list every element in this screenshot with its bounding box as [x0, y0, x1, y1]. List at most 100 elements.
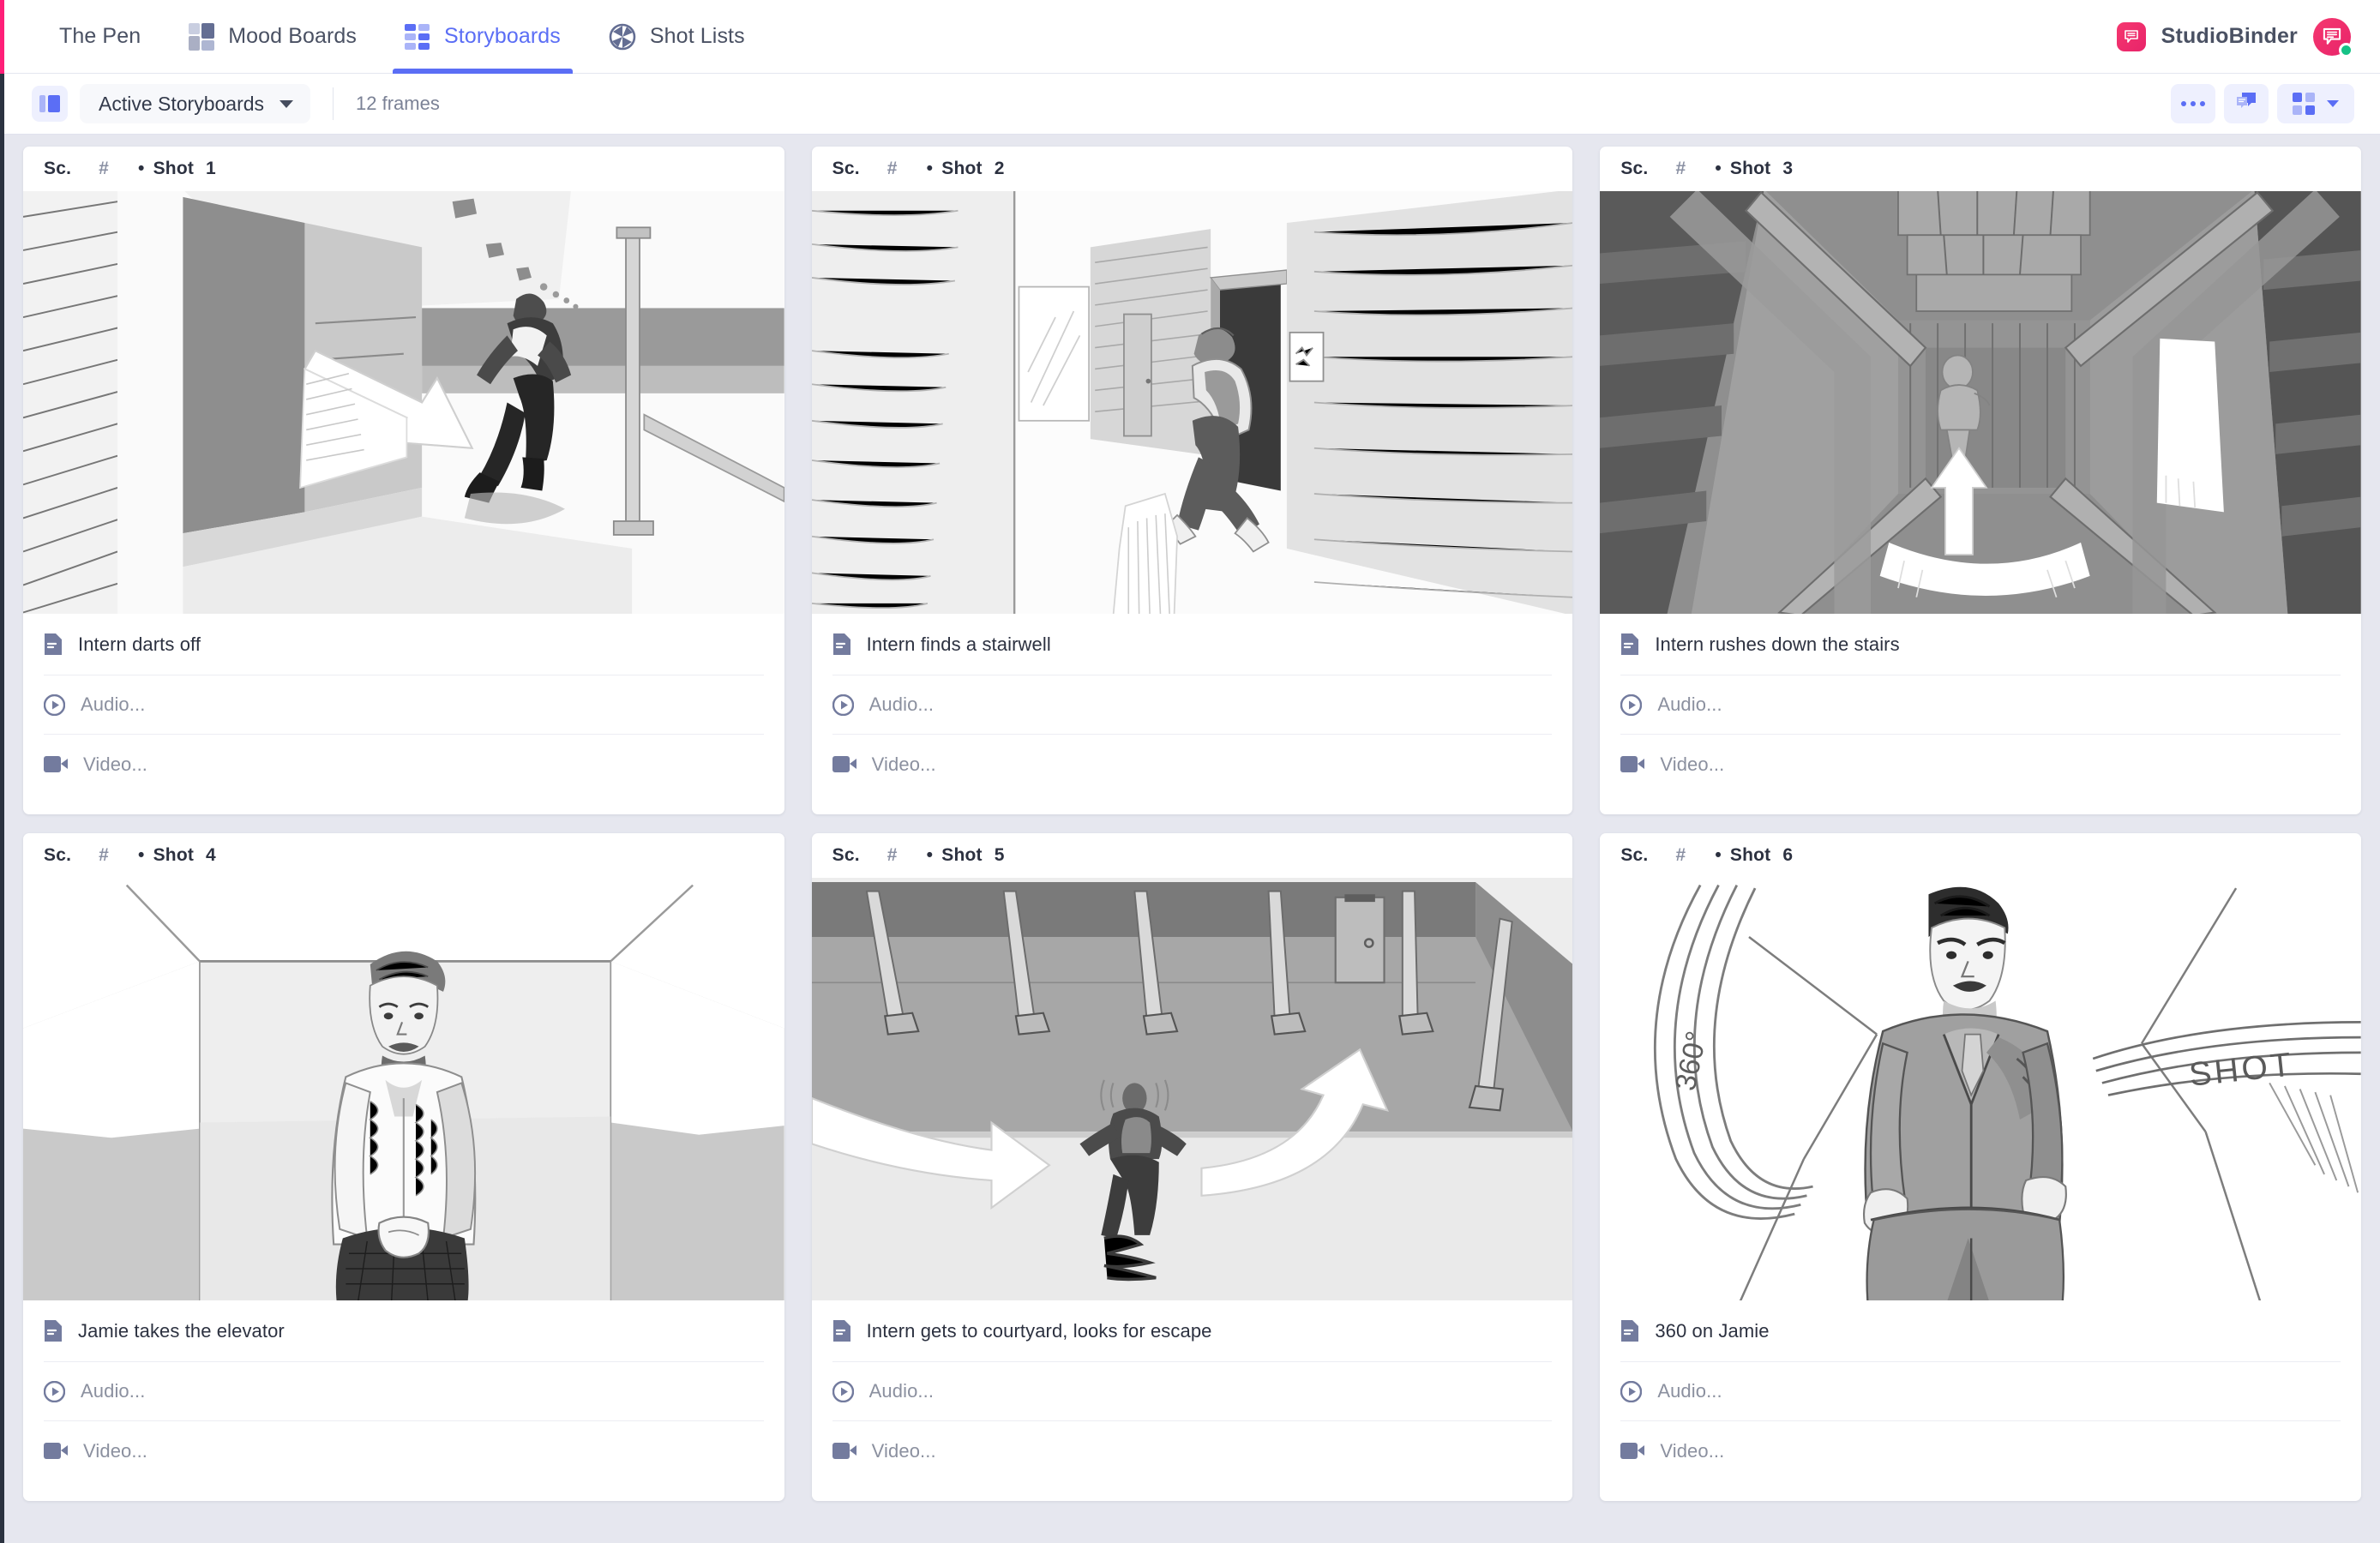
scene-label: Sc. — [1620, 159, 1649, 178]
storyboard-thumbnail[interactable] — [23, 878, 784, 1300]
scene-label: Sc. — [832, 159, 860, 178]
shot-title-row[interactable]: 360 on Jamie — [1620, 1300, 2341, 1362]
audio-row[interactable]: Audio... — [43, 1362, 764, 1421]
play-icon — [1620, 1380, 1643, 1402]
play-icon — [43, 1380, 66, 1402]
card-details: Jamie takes the elevator Audio... Video.… — [23, 1300, 784, 1501]
card-header: Sc. # • Shot 5 — [812, 833, 1573, 878]
audio-label: Audio... — [1657, 1380, 1722, 1402]
scene-label: Sc. — [832, 845, 860, 865]
storyboard-thumbnail[interactable] — [811, 191, 1573, 614]
audio-row[interactable]: Audio... — [43, 675, 764, 735]
tab-mood-boards-label: Mood Boards — [228, 24, 358, 48]
document-icon — [832, 1319, 851, 1342]
video-row[interactable]: Video... — [44, 735, 764, 794]
grid-view-button[interactable] — [2277, 84, 2354, 123]
storyboard-card[interactable]: Sc. # • Shot 3 Intern rushes down the st… — [1600, 147, 2361, 814]
tab-shot-lists-label: Shot Lists — [649, 24, 745, 48]
scene-label: Sc. — [1620, 845, 1649, 865]
shot-title: Intern darts off — [78, 633, 201, 655]
storyboard-card[interactable]: Sc. # • Shot 1 Intern darts off Audio...… — [23, 147, 784, 814]
audio-row[interactable]: Audio... — [1620, 675, 2341, 735]
shot-title-row[interactable]: Intern finds a stairwell — [832, 614, 1553, 675]
video-camera-icon — [44, 756, 68, 772]
storyboard-scope-dropdown[interactable]: Active Storyboards — [80, 84, 311, 123]
tab-storyboards[interactable]: Storyboards — [381, 0, 585, 74]
video-label: Video... — [871, 1439, 936, 1462]
scene-number: # — [99, 845, 110, 865]
video-row[interactable]: Video... — [1620, 735, 2341, 794]
studiobinder-logo-icon — [2116, 21, 2146, 51]
video-label: Video... — [1660, 753, 1725, 775]
card-header: Sc. # • Shot 4 — [23, 833, 784, 878]
video-camera-icon — [1620, 756, 1645, 772]
tab-the-pen[interactable]: The Pen — [35, 0, 165, 74]
shot-number: 4 — [206, 845, 216, 865]
video-row[interactable]: Video... — [832, 1421, 1553, 1480]
play-icon — [1620, 693, 1643, 716]
storyboard-thumbnail[interactable]: 360° SHOT — [1600, 878, 2361, 1300]
tab-shot-lists[interactable]: Shot Lists — [585, 0, 769, 74]
card-details: Intern finds a stairwell Audio... Video.… — [812, 614, 1573, 814]
shot-title-row[interactable]: Intern rushes down the stairs — [1620, 614, 2341, 675]
shot-title: 360 on Jamie — [1655, 1319, 1770, 1342]
scene-number: # — [1675, 159, 1686, 178]
more-options-button[interactable] — [2171, 84, 2215, 123]
comments-button[interactable] — [2224, 84, 2269, 123]
audio-row[interactable]: Audio... — [832, 1362, 1553, 1421]
storyboard-thumbnail[interactable] — [1600, 191, 2361, 614]
comments-icon — [2235, 92, 2257, 117]
tab-mood-boards[interactable]: Mood Boards — [165, 0, 381, 74]
audio-row[interactable]: Audio... — [1620, 1362, 2341, 1421]
shot-title: Intern rushes down the stairs — [1655, 633, 1900, 655]
toolbar-actions — [2171, 84, 2354, 123]
storyboard-thumbnail[interactable] — [811, 878, 1573, 1300]
shot-number: 2 — [994, 159, 1005, 178]
video-label: Video... — [83, 753, 148, 775]
document-icon — [44, 633, 63, 656]
storyboard-card[interactable]: Sc. # • Shot 6 360° SHOT 360 on Jamie Au… — [1600, 833, 2361, 1501]
tab-storyboards-label: Storyboards — [444, 24, 561, 48]
shot-title-row[interactable]: Intern gets to courtyard, looks for esca… — [832, 1300, 1553, 1362]
video-label: Video... — [1660, 1439, 1725, 1462]
card-header: Sc. # • Shot 2 — [812, 147, 1573, 191]
audio-label: Audio... — [81, 693, 146, 715]
storyboard-panel-icon[interactable] — [32, 86, 68, 122]
card-details: 360 on Jamie Audio... Video... — [1600, 1300, 2361, 1501]
video-row[interactable]: Video... — [1620, 1421, 2341, 1480]
document-icon — [44, 1319, 63, 1342]
shot-title-row[interactable]: Intern darts off — [44, 614, 764, 675]
audio-label: Audio... — [868, 1380, 935, 1402]
storyboard-grid: Sc. # • Shot 1 Intern darts off Audio...… — [4, 135, 2380, 1543]
video-row[interactable]: Video... — [44, 1421, 764, 1480]
shot-label: • Shot 2 — [926, 159, 1005, 178]
shot-title: Jamie takes the elevator — [78, 1319, 285, 1342]
brand-name: StudioBinder — [2161, 24, 2298, 48]
scene-number: # — [886, 845, 898, 865]
shot-number: 6 — [1782, 845, 1794, 865]
storyboards-icon — [405, 23, 430, 50]
shot-title-row[interactable]: Jamie takes the elevator — [44, 1300, 764, 1362]
scene-number: # — [99, 159, 110, 178]
scene-number: # — [1675, 845, 1686, 865]
video-camera-icon — [832, 756, 856, 772]
card-header: Sc. # • Shot 3 — [1600, 147, 2361, 191]
video-camera-icon — [44, 1443, 68, 1459]
document-icon — [1620, 1319, 1639, 1342]
storyboard-card[interactable]: Sc. # • Shot 5 Intern gets to courtyard,… — [811, 833, 1573, 1501]
shot-label: • Shot 5 — [926, 845, 1005, 865]
storyboard-card[interactable]: Sc. # • Shot 4 Jamie takes the elevator … — [23, 833, 784, 1501]
video-row[interactable]: Video... — [832, 735, 1553, 794]
shot-label: • Shot 4 — [138, 845, 216, 865]
shot-number: 5 — [994, 845, 1005, 865]
frame-count: 12 frames — [356, 93, 440, 114]
shot-number: 1 — [206, 159, 216, 178]
storyboard-thumbnail[interactable] — [23, 191, 784, 614]
storyboard-card[interactable]: Sc. # • Shot 2 Intern finds a stairwell … — [811, 147, 1573, 814]
shot-title: Intern finds a stairwell — [866, 633, 1051, 655]
avatar[interactable] — [2313, 17, 2353, 57]
audio-row[interactable]: Audio... — [832, 675, 1553, 735]
more-options-icon — [2181, 101, 2205, 106]
scene-label: Sc. — [44, 845, 72, 865]
play-icon — [832, 693, 854, 716]
